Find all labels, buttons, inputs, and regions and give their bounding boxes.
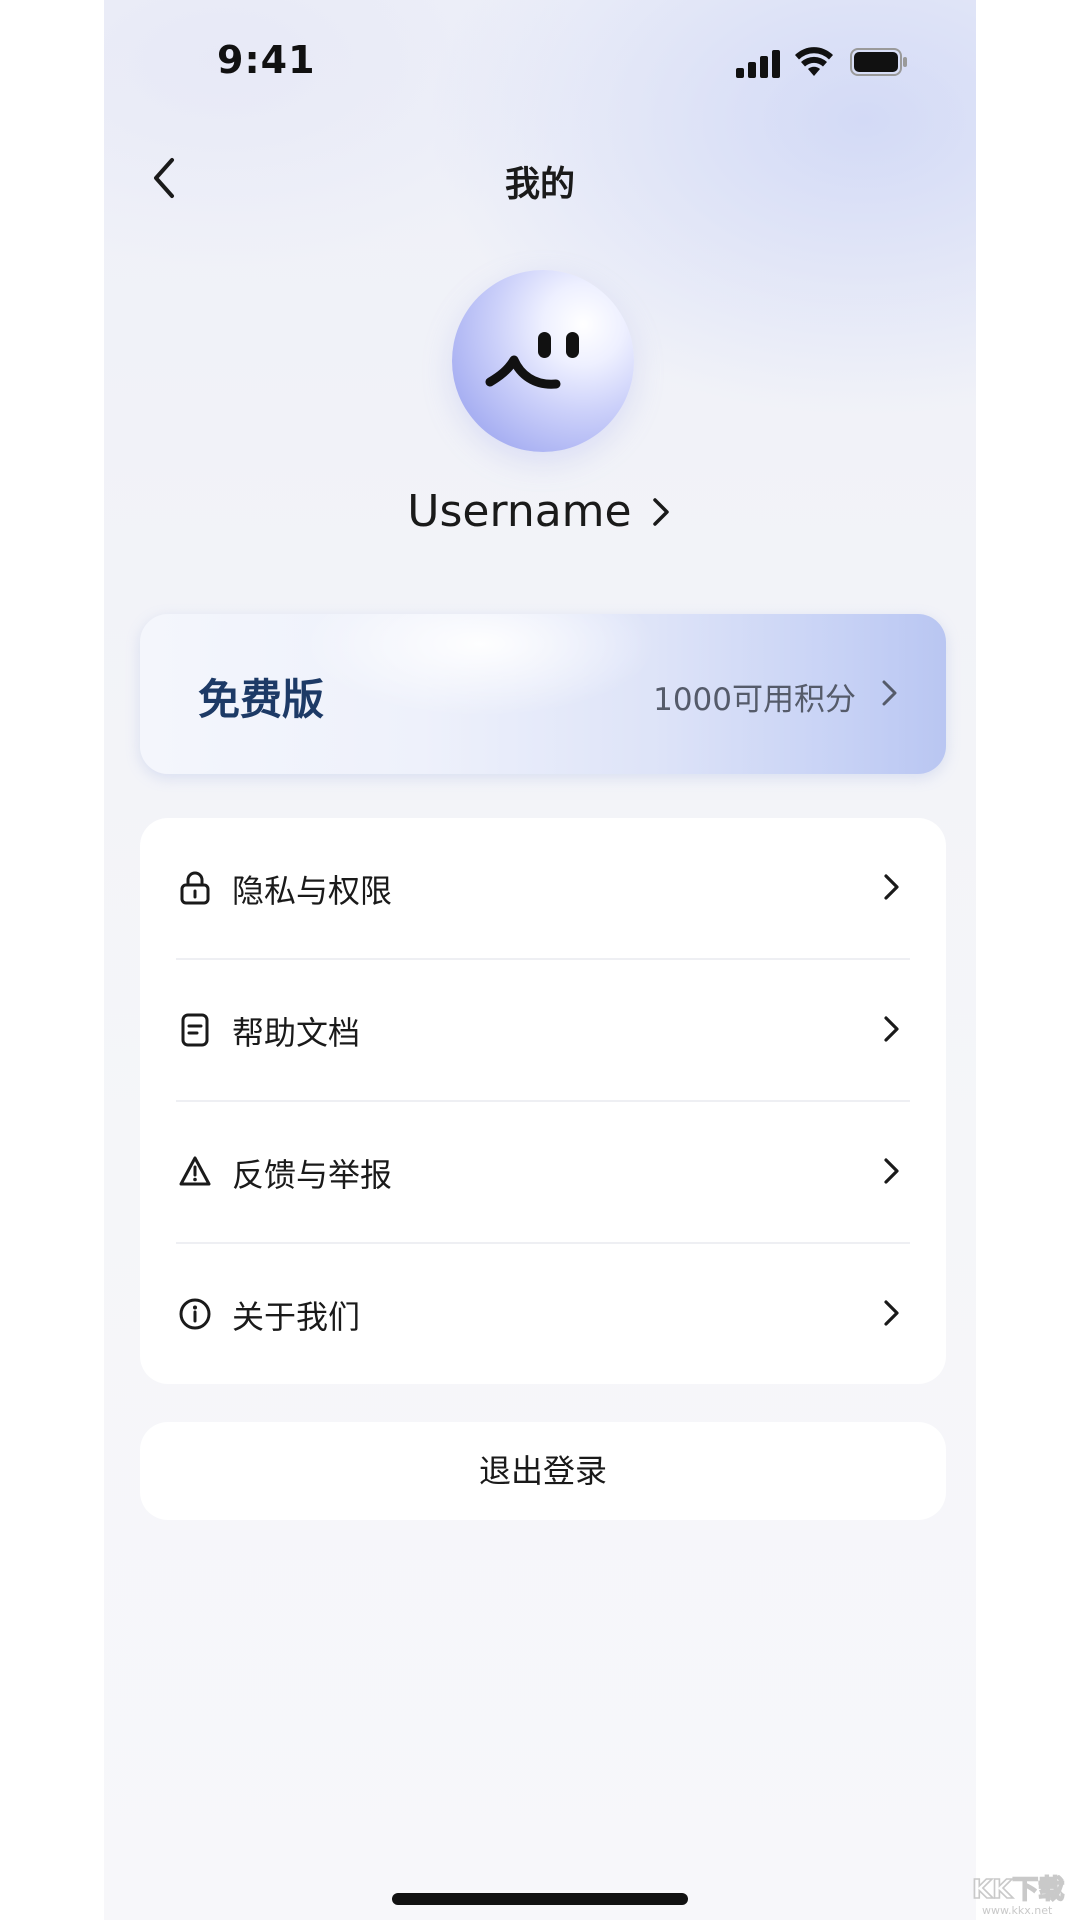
username-row[interactable]: Username bbox=[104, 486, 976, 546]
settings-item-feedback[interactable]: 反馈与举报 bbox=[140, 1102, 946, 1242]
chevron-right-icon bbox=[884, 874, 899, 900]
plan-points-label[interactable]: 1000可用积分 bbox=[653, 674, 856, 719]
chevron-right-icon bbox=[884, 1158, 899, 1184]
warning-icon bbox=[179, 1156, 211, 1186]
svg-text:www.kkx.net: www.kkx.net bbox=[982, 1904, 1053, 1917]
status-time: 9:41 bbox=[217, 38, 316, 82]
cellular-signal-icon bbox=[736, 50, 780, 78]
battery-icon bbox=[850, 48, 907, 76]
svg-text:KK下载: KK下载 bbox=[972, 1875, 1064, 1905]
username[interactable]: Username bbox=[407, 486, 631, 537]
document-icon bbox=[181, 1013, 209, 1047]
lock-icon bbox=[180, 871, 210, 905]
chevron-right-icon bbox=[882, 680, 897, 706]
settings-item-privacy[interactable]: 隐私与权限 bbox=[140, 818, 946, 958]
phone-screen: 9:41 我的 Username 免费版 1000可用积分 隐私与权限 帮助文档… bbox=[104, 0, 976, 1920]
plan-card[interactable]: 免费版 1000可用积分 bbox=[140, 614, 946, 774]
settings-item-help-docs[interactable]: 帮助文档 bbox=[140, 960, 946, 1100]
smiley-face-icon bbox=[485, 332, 579, 389]
settings-list: 隐私与权限 帮助文档 反馈与举报 关于我们 bbox=[140, 818, 946, 1384]
settings-item-label: 隐私与权限 bbox=[232, 872, 393, 910]
plan-name: 免费版 bbox=[198, 675, 325, 724]
page-title: 我的 bbox=[504, 165, 575, 205]
avatar[interactable] bbox=[452, 270, 634, 452]
settings-item-label: 帮助文档 bbox=[232, 1014, 361, 1052]
settings-item-label: 反馈与举报 bbox=[232, 1156, 393, 1194]
settings-item-about[interactable]: 关于我们 bbox=[140, 1244, 946, 1384]
chevron-right-icon bbox=[652, 497, 669, 526]
settings-item-label: 关于我们 bbox=[232, 1298, 361, 1336]
watermark-logo: KK下载 www.kkx.net bbox=[971, 1874, 1065, 1917]
home-indicator bbox=[392, 1893, 688, 1905]
page: 9:41 我的 Username 免费版 1000可用积分 隐私与权限 帮助文档… bbox=[0, 0, 1080, 1920]
chevron-right-icon bbox=[884, 1300, 899, 1326]
wifi-icon bbox=[795, 47, 833, 76]
chevron-right-icon bbox=[884, 1016, 899, 1042]
info-icon bbox=[179, 1298, 211, 1330]
logout-button[interactable]: 退出登录 bbox=[140, 1422, 946, 1520]
